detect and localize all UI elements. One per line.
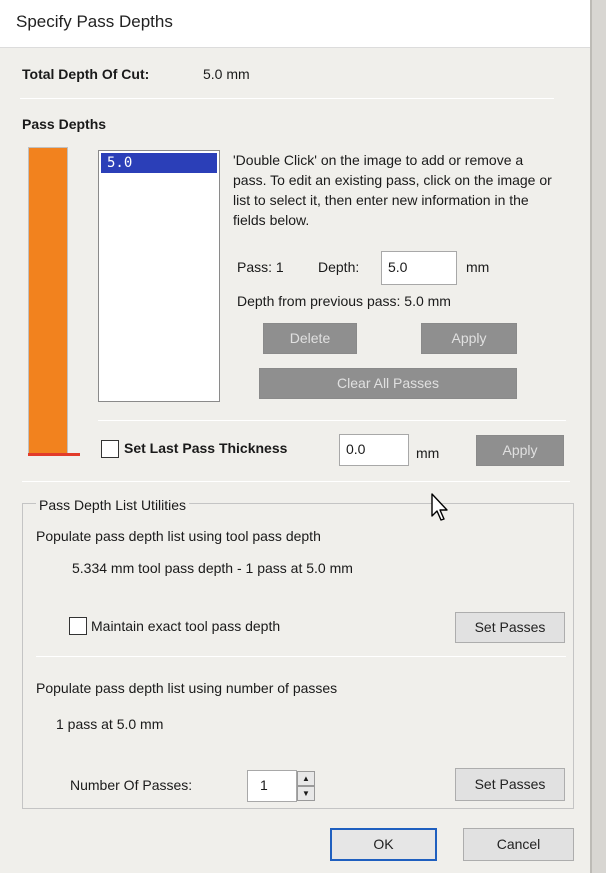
delete-button[interactable]: Delete (263, 323, 357, 354)
number-of-passes-label: Number Of Passes: (70, 777, 193, 793)
depth-unit-label: mm (466, 259, 490, 275)
pass-number-label: Pass: 1 (237, 259, 284, 275)
number-passes-heading: Populate pass depth list using number of… (36, 680, 338, 696)
apply-pass-button[interactable]: Apply (421, 323, 517, 354)
utilities-group-title: Pass Depth List Utilities (36, 497, 190, 513)
number-of-passes-input[interactable]: 1 (247, 770, 297, 802)
divider (98, 420, 566, 421)
maintain-exact-depth-label: Maintain exact tool pass depth (91, 618, 281, 634)
last-pass-thickness-input[interactable]: 0.0 (339, 434, 409, 466)
window-title: Specify Pass Depths (16, 12, 173, 31)
number-passes-info: 1 pass at 5.0 mm (56, 716, 164, 732)
apply-last-pass-button[interactable]: Apply (476, 435, 564, 466)
tool-depth-heading: Populate pass depth list using tool pass… (36, 528, 321, 544)
maintain-exact-depth-checkbox[interactable] (69, 617, 87, 635)
clear-all-passes-button[interactable]: Clear All Passes (259, 368, 517, 399)
pass-depths-label: Pass Depths (22, 116, 107, 132)
depth-input[interactable]: 5.0 (381, 251, 457, 285)
total-depth-value: 5.0 mm (203, 66, 250, 82)
divider (22, 481, 570, 482)
pass-depth-image[interactable] (28, 147, 68, 455)
list-item[interactable]: 5.0 (101, 153, 217, 173)
ok-button[interactable]: OK (330, 828, 437, 861)
set-passes-tool-button[interactable]: Set Passes (455, 612, 565, 643)
window-title-bar: Specify Pass Depths (0, 0, 590, 48)
tool-depth-info: 5.334 mm tool pass depth - 1 pass at 5.0… (72, 560, 353, 576)
cancel-button[interactable]: Cancel (463, 828, 574, 861)
divider (36, 656, 566, 657)
set-last-pass-label: Set Last Pass Thickness (124, 440, 288, 456)
instructions-text: 'Double Click' on the image to add or re… (233, 152, 552, 228)
divider (20, 98, 554, 99)
set-passes-number-button[interactable]: Set Passes (455, 768, 565, 801)
set-last-pass-checkbox[interactable] (101, 440, 119, 458)
window-edge (590, 0, 606, 873)
spin-down-icon[interactable]: ▼ (297, 786, 315, 801)
last-pass-unit-label: mm (416, 445, 440, 461)
mouse-cursor-icon (431, 493, 448, 521)
pass-marker-line[interactable] (28, 453, 80, 456)
depth-from-previous-label: Depth from previous pass: 5.0 mm (237, 293, 451, 309)
depth-label: Depth: (318, 259, 360, 275)
spin-up-icon[interactable]: ▲ (297, 771, 315, 786)
pass-depth-list[interactable]: 5.0 (98, 150, 220, 402)
total-depth-label: Total Depth Of Cut: (22, 66, 150, 82)
